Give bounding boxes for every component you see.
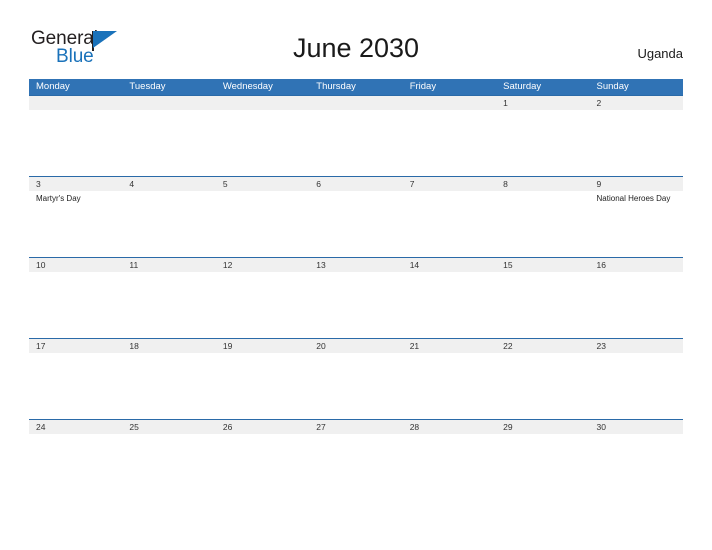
day-number[interactable] — [29, 96, 122, 110]
day-event[interactable] — [122, 191, 215, 258]
day-event[interactable] — [590, 353, 683, 420]
day-event[interactable] — [496, 191, 589, 258]
day-number[interactable]: 17 — [29, 339, 122, 353]
day-number[interactable]: 16 — [590, 258, 683, 272]
day-number[interactable] — [122, 96, 215, 110]
weekday-header-row: Monday Tuesday Wednesday Thursday Friday… — [29, 79, 683, 95]
day-event[interactable] — [590, 272, 683, 339]
day-number[interactable]: 2 — [590, 96, 683, 110]
day-event[interactable] — [122, 434, 215, 501]
day-event[interactable] — [403, 272, 496, 339]
page-title: June 2030 — [292, 33, 420, 63]
day-number[interactable]: 29 — [496, 420, 589, 434]
day-number[interactable]: 3 — [29, 177, 122, 191]
day-event[interactable] — [29, 272, 122, 339]
week-date-band: 3 4 5 6 7 8 9 — [29, 176, 683, 191]
week-date-band: 1 2 — [29, 95, 683, 110]
day-number[interactable]: 21 — [403, 339, 496, 353]
day-event[interactable] — [309, 191, 402, 258]
weekday-header-tuesday: Tuesday — [129, 81, 166, 92]
calendar-grid: Monday Tuesday Wednesday Thursday Friday… — [29, 79, 683, 501]
calendar-week-row: 24 25 26 27 28 29 30 — [29, 419, 683, 501]
day-number[interactable]: 30 — [590, 420, 683, 434]
day-number[interactable]: 18 — [122, 339, 215, 353]
day-event[interactable] — [309, 353, 402, 420]
day-number[interactable]: 28 — [403, 420, 496, 434]
day-event[interactable] — [403, 434, 496, 501]
day-event[interactable] — [309, 434, 402, 501]
week-date-band: 24 25 26 27 28 29 30 — [29, 419, 683, 434]
day-number[interactable]: 25 — [122, 420, 215, 434]
day-number[interactable]: 9 — [590, 177, 683, 191]
day-event[interactable] — [29, 353, 122, 420]
day-event[interactable] — [216, 191, 309, 258]
calendar-week-row: 10 11 12 13 14 15 16 — [29, 257, 683, 339]
day-event[interactable] — [403, 110, 496, 177]
day-number[interactable]: 7 — [403, 177, 496, 191]
week-date-band: 17 18 19 20 21 22 23 — [29, 338, 683, 353]
day-number[interactable]: 8 — [496, 177, 589, 191]
day-number[interactable]: 1 — [496, 96, 589, 110]
week-event-band — [29, 353, 683, 420]
day-number[interactable]: 4 — [122, 177, 215, 191]
day-event[interactable] — [309, 110, 402, 177]
day-number[interactable]: 6 — [309, 177, 402, 191]
day-number[interactable]: 15 — [496, 258, 589, 272]
day-event[interactable]: Martyr's Day — [29, 191, 122, 258]
weekday-header-thursday: Thursday — [316, 81, 356, 92]
day-number[interactable]: 20 — [309, 339, 402, 353]
day-event[interactable] — [496, 434, 589, 501]
weekday-header-sunday: Sunday — [596, 81, 629, 92]
calendar-week-row: 1 2 — [29, 95, 683, 177]
day-number[interactable]: 10 — [29, 258, 122, 272]
day-event[interactable] — [122, 110, 215, 177]
day-number[interactable]: 13 — [309, 258, 402, 272]
calendar-week-row: 3 4 5 6 7 8 9 Martyr's Day National Hero… — [29, 176, 683, 258]
day-number[interactable]: 23 — [590, 339, 683, 353]
day-event[interactable] — [216, 434, 309, 501]
day-event[interactable] — [122, 272, 215, 339]
day-number[interactable]: 19 — [216, 339, 309, 353]
day-event[interactable] — [590, 110, 683, 177]
week-event-band — [29, 272, 683, 339]
week-event-band — [29, 434, 683, 501]
day-event[interactable] — [496, 272, 589, 339]
day-number[interactable]: 12 — [216, 258, 309, 272]
day-event[interactable] — [496, 110, 589, 177]
weekday-header-wednesday: Wednesday — [222, 81, 273, 92]
day-number[interactable] — [309, 96, 402, 110]
day-number[interactable]: 11 — [122, 258, 215, 272]
day-event[interactable] — [590, 434, 683, 501]
day-event[interactable] — [122, 353, 215, 420]
day-event[interactable] — [29, 434, 122, 501]
week-event-band: Martyr's Day National Heroes Day — [29, 191, 683, 258]
day-number[interactable]: 27 — [309, 420, 402, 434]
day-event[interactable] — [216, 272, 309, 339]
day-event[interactable] — [29, 110, 122, 177]
day-number[interactable]: 5 — [216, 177, 309, 191]
calendar-week-row: 17 18 19 20 21 22 23 — [29, 338, 683, 420]
day-event[interactable] — [216, 110, 309, 177]
day-event[interactable] — [216, 353, 309, 420]
day-event[interactable] — [309, 272, 402, 339]
country-label: Uganda — [637, 46, 683, 61]
weekday-header-monday: Monday — [36, 81, 70, 92]
day-event[interactable] — [403, 191, 496, 258]
day-number[interactable] — [403, 96, 496, 110]
day-event[interactable] — [403, 353, 496, 420]
day-number[interactable]: 26 — [216, 420, 309, 434]
day-number[interactable]: 24 — [29, 420, 122, 434]
day-event[interactable]: National Heroes Day — [590, 191, 683, 258]
weekday-header-saturday: Saturday — [503, 81, 542, 92]
week-date-band: 10 11 12 13 14 15 16 — [29, 257, 683, 272]
page-header: General Blue June 2030 Uganda — [0, 0, 712, 66]
day-number[interactable] — [216, 96, 309, 110]
weekday-header-friday: Friday — [409, 81, 437, 92]
week-event-band — [29, 110, 683, 177]
day-number[interactable]: 14 — [403, 258, 496, 272]
day-event[interactable] — [496, 353, 589, 420]
day-number[interactable]: 22 — [496, 339, 589, 353]
